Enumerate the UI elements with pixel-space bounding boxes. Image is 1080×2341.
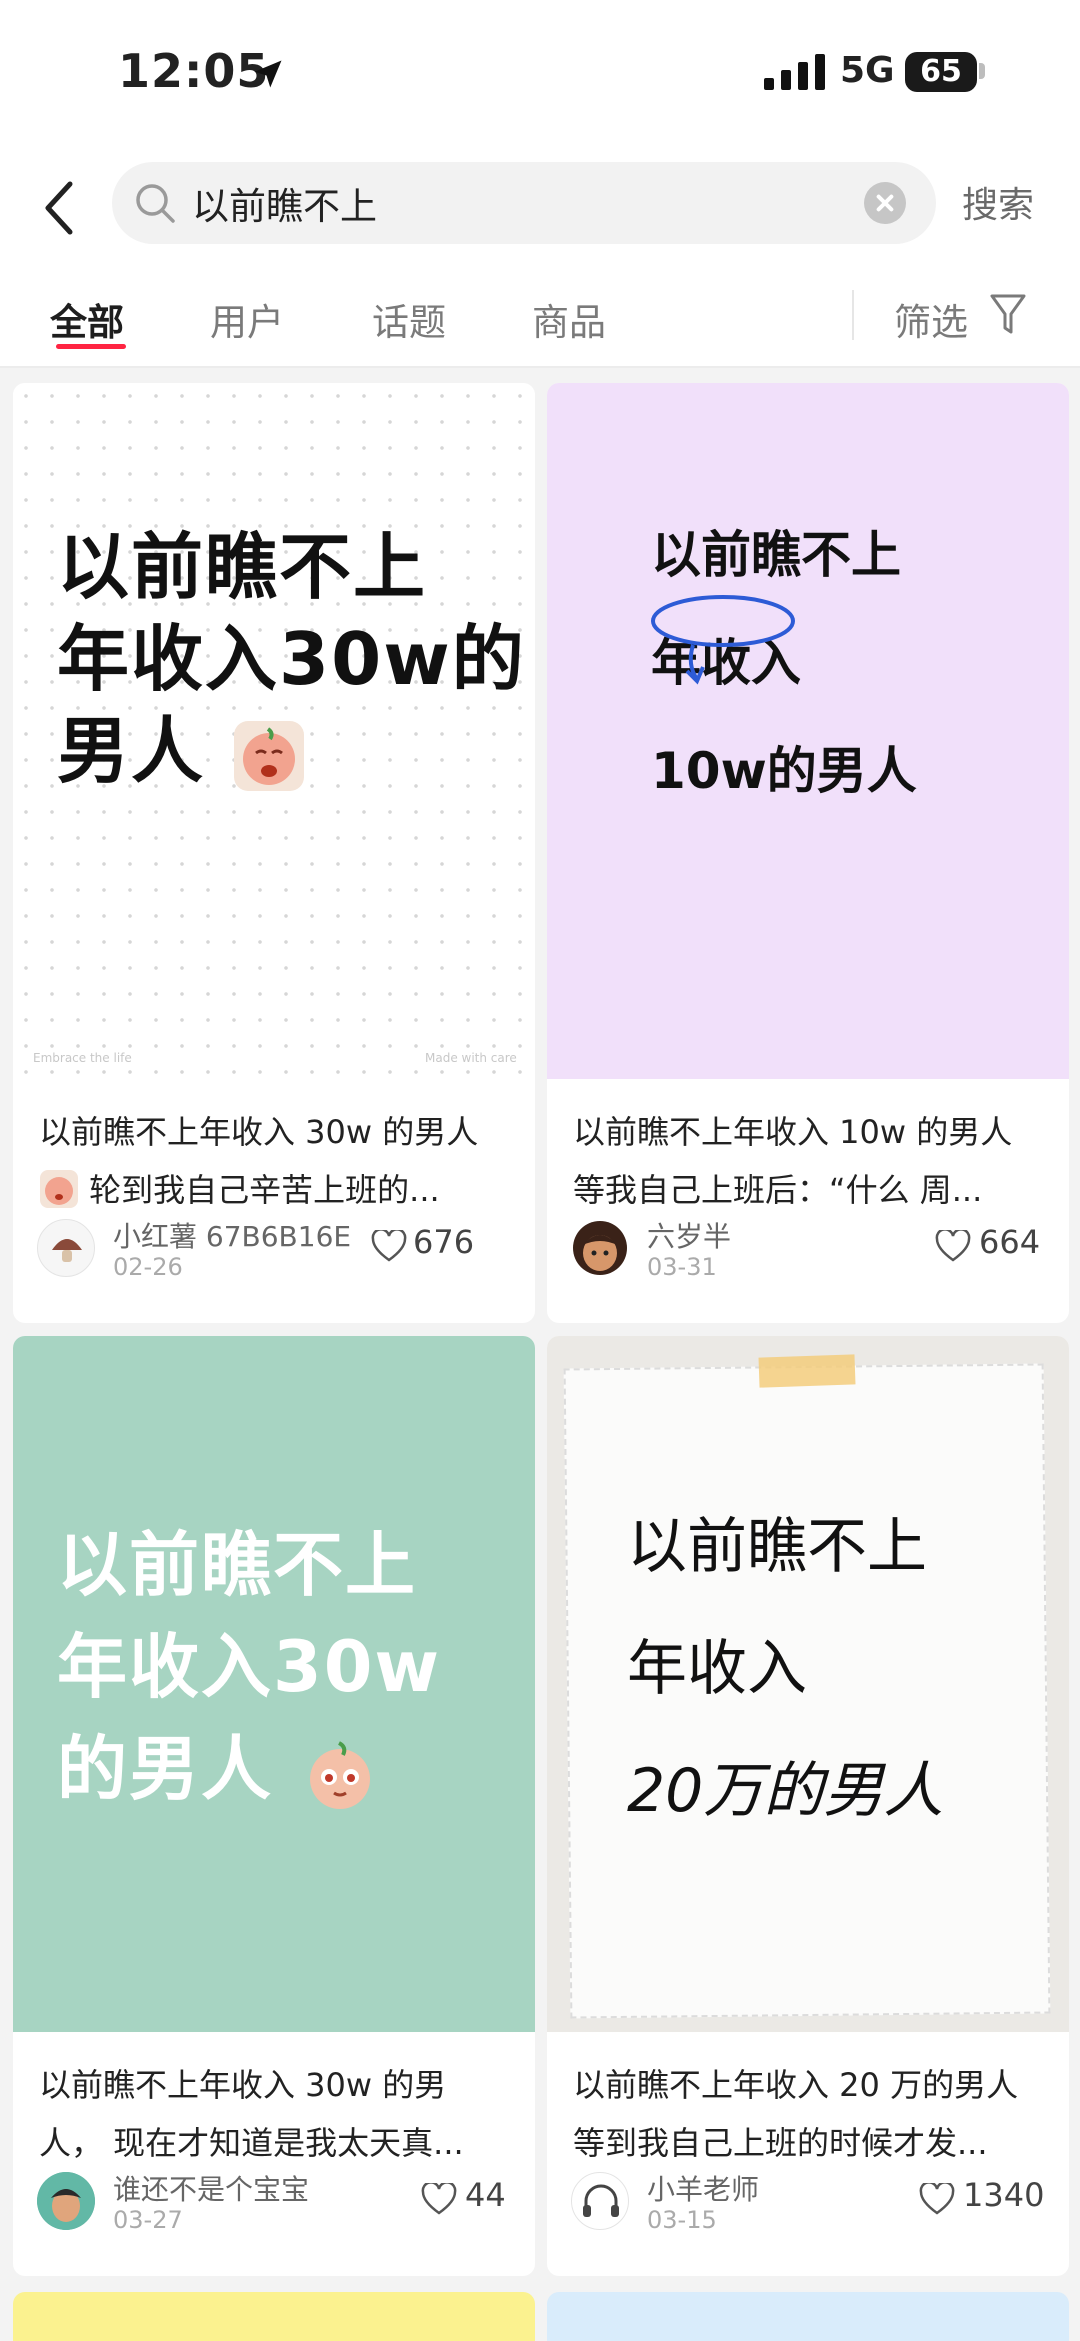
author-name[interactable]: 小羊老师 (647, 2168, 759, 2208)
author-name[interactable]: 六岁半 (647, 1215, 731, 1255)
post-date: 03-31 (647, 1253, 717, 1281)
boy-avatar-icon (37, 2172, 95, 2230)
battery-cap (979, 63, 985, 79)
cover-text-line: 男人 (57, 709, 206, 793)
like-count: 676 (413, 1223, 475, 1261)
mushroom-avatar-icon (52, 1239, 82, 1262)
search-input[interactable] (192, 162, 832, 244)
tape-strip (758, 1354, 856, 1388)
back-chevron-icon[interactable] (40, 178, 80, 238)
author-avatar[interactable] (37, 1219, 95, 1277)
cover-text-line: 以前瞧不上 (627, 1512, 927, 1582)
cover-footer-right: Made with care (425, 1051, 517, 1065)
cover-text-line: 的男人 (57, 1728, 273, 1810)
note-title-line: 等我自己上班后：“什么 周... (573, 1171, 983, 1209)
note-cover-image: 以前瞧不上 年收入 10w的男人 (547, 383, 1069, 1079)
note-card-peek[interactable] (547, 2292, 1069, 2341)
crying-face-sticker-icon (40, 1170, 78, 1208)
cover-text-line: 年收入 (627, 1634, 807, 1704)
author-avatar[interactable] (37, 2172, 95, 2230)
filter-funnel-icon[interactable] (988, 292, 1028, 336)
post-date: 03-15 (647, 2206, 717, 2234)
like-count: 44 (465, 2176, 506, 2214)
hand-drawn-circle-arrow-icon (651, 595, 795, 685)
note-card[interactable]: 以前瞧不上 年收入30w 的男人 以前瞧不上年收入 30w 的男 人， 现在才知… (13, 1336, 535, 2276)
girl-avatar-icon (573, 1221, 627, 1275)
clear-search-icon[interactable] (864, 182, 906, 224)
heart-icon[interactable] (919, 2183, 955, 2215)
search-tabs: 全部 用户 话题 商品 筛选 (0, 260, 1080, 368)
heart-icon[interactable] (935, 1230, 971, 1262)
note-card[interactable]: 以前瞧不上 年收入30w的 男人 Embrace the life Made w… (13, 383, 535, 1323)
author-name[interactable]: 谁还不是个宝宝 (113, 2168, 309, 2208)
note-title-line: 以前瞧不上年收入 30w 的男人 (39, 1113, 479, 1151)
post-date: 02-26 (113, 1253, 183, 1281)
like-count: 1340 (963, 2176, 1045, 2214)
network-type: 5G (840, 50, 895, 91)
active-tab-indicator (56, 344, 126, 349)
cover-text-line: 年收入30w的 (57, 617, 526, 701)
note-title-line: 以前瞧不上年收入 10w 的男人 (573, 1113, 1013, 1151)
search-icon (136, 184, 175, 223)
search-button[interactable]: 搜索 (962, 176, 1034, 228)
author-avatar[interactable] (571, 1219, 629, 1277)
battery-icon: 65 (905, 52, 977, 92)
note-title-line: 等到我自己上班的时候才发... (573, 2124, 988, 2162)
note-title-line: 以前瞧不上年收入 20 万的男人 (573, 2066, 1019, 2104)
note-title: 以前瞧不上年收入 20 万的男人 等到我自己上班的时候才发... (573, 2056, 1053, 2172)
tab-topics[interactable]: 话题 (372, 292, 446, 346)
search-header: 搜索 (0, 150, 1080, 260)
heart-icon[interactable] (371, 1230, 407, 1262)
cover-footer-left: Embrace the life (33, 1051, 132, 1065)
author-name[interactable]: 小红薯 67B6B16E (113, 1215, 351, 1255)
location-arrow-icon (254, 60, 282, 88)
cover-text-line: 以前瞧不上 (57, 1524, 417, 1606)
note-title-line: 以前瞧不上年收入 30w 的男 (39, 2066, 447, 2104)
note-cover-image: 以前瞧不上 年收入30w 的男人 (13, 1336, 535, 2032)
note-title: 以前瞧不上年收入 30w 的男 人， 现在才知道是我太天真... (39, 2056, 519, 2172)
note-title-line: 人， 现在才知道是我太天真... (39, 2124, 464, 2162)
like-count: 664 (979, 1223, 1041, 1261)
cellular-signal-icon (764, 54, 825, 90)
crying-face-sticker-icon (234, 721, 305, 792)
note-card[interactable]: 以前瞧不上 年收入 20万的男人 以前瞧不上年收入 20 万的男人 等到我自己上… (547, 1336, 1069, 2276)
search-box[interactable] (112, 162, 936, 244)
note-title: 以前瞧不上年收入 30w 的男人 轮到我自己辛苦上班的... (39, 1103, 519, 1219)
tab-all[interactable]: 全部 (50, 292, 124, 346)
tab-divider (852, 290, 854, 340)
cover-text-line: 10w的男人 (651, 742, 917, 800)
note-title: 以前瞧不上年收入 10w 的男人 等我自己上班后：“什么 周... (573, 1103, 1053, 1219)
status-time: 12:05 (118, 44, 270, 98)
note-cover-image: 以前瞧不上 年收入 20万的男人 (547, 1336, 1069, 2032)
note-title-line: 轮到我自己辛苦上班的... (89, 1171, 440, 1209)
cover-text-line: 20万的男人 (627, 1756, 944, 1826)
cover-text-line: 以前瞧不上 (57, 525, 428, 609)
cover-text-line: 年收入30w (57, 1626, 442, 1708)
post-date: 03-27 (113, 2206, 183, 2234)
heart-icon[interactable] (421, 2183, 457, 2215)
status-bar: 12:05 5G 65 (0, 0, 1080, 150)
shy-face-sticker-icon (310, 1741, 371, 1809)
note-cover-image: 以前瞧不上 年收入30w的 男人 Embrace the life Made w… (13, 383, 535, 1079)
note-card-peek[interactable] (13, 2292, 535, 2341)
headphones-avatar-icon (583, 2184, 619, 2217)
note-card[interactable]: 以前瞧不上 年收入 10w的男人 以前瞧不上年收入 10w 的男人 等我自己上班… (547, 383, 1069, 1323)
tab-products[interactable]: 商品 (532, 292, 606, 346)
filter-button[interactable]: 筛选 (894, 292, 968, 346)
author-avatar[interactable] (571, 2172, 629, 2230)
tab-users[interactable]: 用户 (210, 292, 284, 346)
